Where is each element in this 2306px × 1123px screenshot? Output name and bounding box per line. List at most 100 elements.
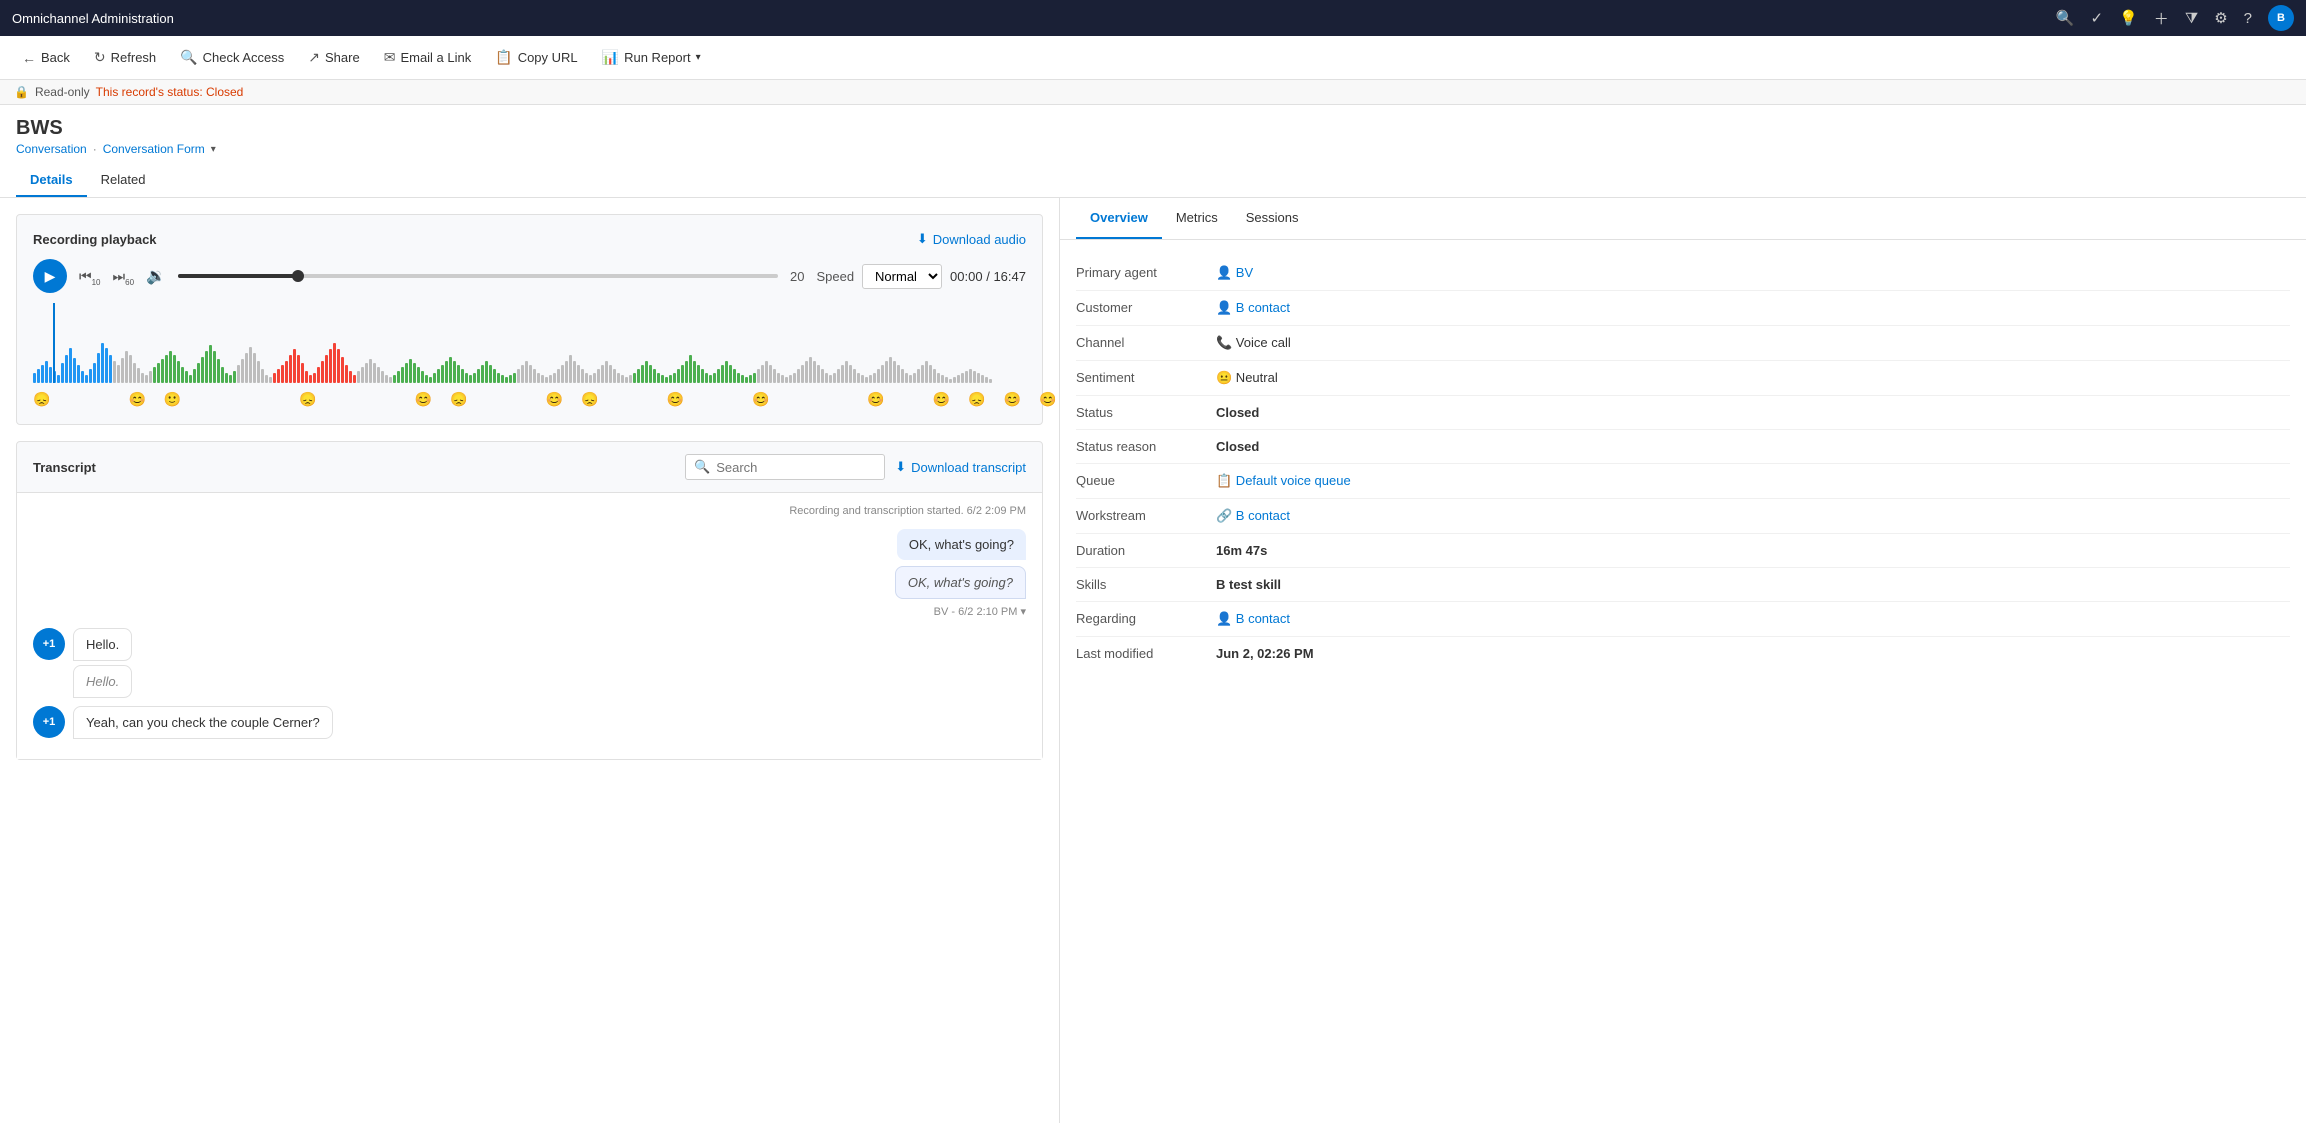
download-audio-button[interactable]: ⬇ Download audio [917, 231, 1026, 247]
readonly-banner: 🔒 Read-only This record's status: Closed [0, 80, 2306, 105]
field-last-modified: Last modified Jun 2, 02:26 PM [1076, 637, 2290, 670]
emoji-neutral-1: 😊 [128, 391, 145, 408]
breadcrumb-form[interactable]: Conversation Form [103, 142, 205, 156]
waveform-container[interactable] [33, 303, 1026, 383]
search-icon: 🔍 [694, 459, 710, 475]
check-circle-icon[interactable]: ✓ [2091, 9, 2104, 27]
field-workstream: Workstream 🔗 B contact [1076, 499, 2290, 534]
field-value-primary-agent[interactable]: 👤 BV [1216, 265, 1253, 281]
refresh-icon: ↻ [94, 49, 106, 66]
field-status: Status Closed [1076, 396, 2290, 430]
field-label-workstream: Workstream [1076, 508, 1206, 523]
transcript-section: Transcript 🔍 ⬇ Download transcript Reco [16, 441, 1043, 760]
right-tabs: Overview Metrics Sessions [1060, 198, 2306, 240]
email-link-button[interactable]: ✉ Email a Link [374, 44, 482, 71]
download-transcript-button[interactable]: ⬇ Download transcript [895, 459, 1026, 475]
lock-icon: 🔒 [14, 85, 29, 99]
field-value-regarding[interactable]: 👤 B contact [1216, 611, 1290, 627]
page-content: BWS Conversation · Conversation Form ▾ D… [0, 105, 2306, 1123]
topbar-icons: 🔍 ✓ 💡 ＋ ⧩ ⚙ ? B [2056, 5, 2294, 31]
tab-metrics[interactable]: Metrics [1162, 198, 1232, 239]
field-queue: Queue 📋 Default voice queue [1076, 464, 2290, 499]
plus-icon[interactable]: ＋ [2154, 8, 2169, 29]
speed-select[interactable]: Normal 0.5x 0.75x 1.25x 1.5x 2x [862, 264, 942, 289]
share-button[interactable]: ↗ Share [298, 44, 369, 71]
app-title: Omnichannel Administration [12, 11, 174, 26]
person-icon: 👤 [1216, 611, 1232, 626]
search-box[interactable]: 🔍 [685, 454, 885, 480]
field-duration: Duration 16m 47s [1076, 534, 2290, 568]
download-icon: ⬇ [917, 231, 928, 247]
playhead [53, 303, 55, 383]
seek-handle[interactable] [292, 270, 304, 282]
lightbulb-icon[interactable]: 💡 [2119, 9, 2138, 27]
field-primary-agent: Primary agent 👤 BV [1076, 256, 2290, 291]
back-icon: ← [22, 50, 36, 66]
settings-icon[interactable]: ⚙ [2214, 9, 2227, 27]
field-value-workstream[interactable]: 🔗 B contact [1216, 508, 1290, 524]
refresh-button[interactable]: ↻ Refresh [84, 44, 166, 71]
search-icon[interactable]: 🔍 [2056, 9, 2075, 27]
breadcrumb-separator: · [93, 142, 97, 156]
copy-url-button[interactable]: 📋 Copy URL [485, 44, 587, 71]
emoji-neutral-10: 😊 [1039, 391, 1056, 408]
field-label-last-modified: Last modified [1076, 646, 1206, 661]
emoji-neutral-7: 😊 [867, 391, 884, 408]
field-regarding: Regarding 👤 B contact [1076, 602, 2290, 637]
sentiment-emojis: 😞 😊 🙂 😞 😊 😞 😊 😞 😊 😊 😊 😊 😞 😊 😊 [33, 389, 1026, 408]
main-split: Recording playback ⬇ Download audio ▶ ⏮1… [0, 198, 2306, 1123]
field-label-sentiment: Sentiment [1076, 370, 1206, 385]
neutral-icon: 😐 [1216, 370, 1232, 385]
tab-related[interactable]: Related [87, 164, 160, 197]
emoji-neutral-2: 🙂 [164, 391, 181, 408]
field-value-status-reason: Closed [1216, 439, 1259, 454]
field-skills: Skills B test skill [1076, 568, 2290, 602]
tab-details[interactable]: Details [16, 164, 87, 197]
play-icon: ▶ [45, 268, 56, 285]
search-input[interactable] [716, 460, 876, 475]
play-button[interactable]: ▶ [33, 259, 67, 293]
tab-sessions[interactable]: Sessions [1232, 198, 1313, 239]
seek-bar[interactable] [178, 274, 778, 278]
copy-icon: 📋 [495, 49, 512, 66]
breadcrumb-parent[interactable]: Conversation [16, 142, 87, 156]
field-value-customer[interactable]: 👤 B contact [1216, 300, 1290, 316]
queue-icon: 📋 [1216, 473, 1232, 488]
breadcrumb: Conversation · Conversation Form ▾ [16, 142, 2290, 156]
field-value-queue[interactable]: 📋 Default voice queue [1216, 473, 1351, 489]
field-value-skills: B test skill [1216, 577, 1281, 592]
filter-icon[interactable]: ⧩ [2185, 10, 2198, 27]
check-access-button[interactable]: 🔍 Check Access [170, 44, 294, 71]
right-panel: Overview Metrics Sessions Primary agent … [1060, 198, 2306, 1123]
recording-title: Recording playback [33, 232, 157, 247]
time-display: 00:00 / 16:47 [950, 269, 1026, 284]
record-tabs: Details Related [16, 164, 2290, 197]
back-button[interactable]: ← Back [12, 45, 80, 71]
emoji-neutral-6: 😊 [752, 391, 769, 408]
help-icon[interactable]: ? [2244, 10, 2252, 27]
recording-section: Recording playback ⬇ Download audio ▶ ⏮1… [16, 214, 1043, 425]
message-left-2: +1 Yeah, can you check the couple Cerner… [33, 706, 1026, 739]
person-icon: 👤 [1216, 265, 1232, 280]
message-left-1: +1 Hello. Hello. [33, 628, 1026, 698]
emoji-neutral-9: 😊 [1004, 391, 1021, 408]
bubble-left-1: Hello. [73, 628, 132, 661]
transcript-controls: 🔍 ⬇ Download transcript [685, 454, 1026, 480]
avatar-2: +1 [33, 706, 65, 738]
run-report-button[interactable]: 📊 Run Report ▾ [592, 44, 711, 71]
seek-progress [178, 274, 298, 278]
transcript-body: Recording and transcription started. 6/2… [17, 493, 1042, 759]
check-access-icon: 🔍 [180, 49, 197, 66]
skip-back-button[interactable]: ⏮10 [79, 265, 101, 287]
skip-forward-button[interactable]: ⏭60 [113, 265, 135, 287]
person-icon: 👤 [1216, 300, 1232, 315]
emoji-negative-5: 😞 [968, 391, 985, 408]
chevron-down-icon: ▾ [211, 144, 216, 155]
field-value-sentiment: 😐 Neutral [1216, 370, 1278, 386]
field-label-customer: Customer [1076, 300, 1206, 315]
user-avatar[interactable]: B [2268, 5, 2294, 31]
volume-button[interactable]: 🔉 [146, 266, 166, 286]
tab-overview[interactable]: Overview [1076, 198, 1162, 239]
emoji-negative-3: 😞 [450, 391, 467, 408]
readonly-label: Read-only [35, 85, 90, 99]
